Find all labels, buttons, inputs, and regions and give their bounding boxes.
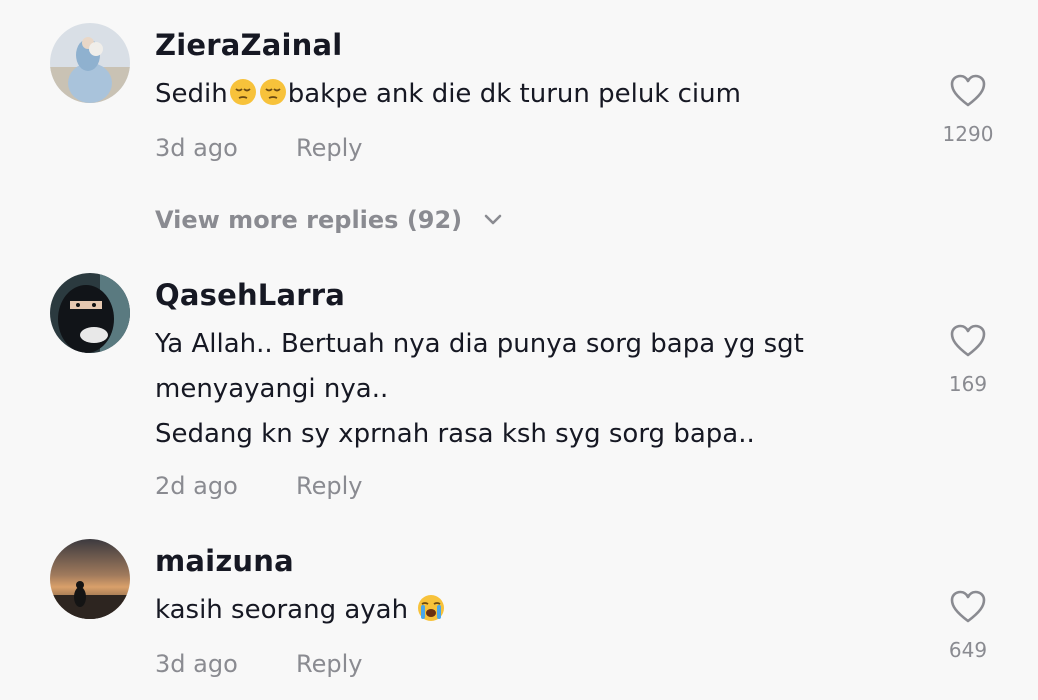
comment-text-part: kasih seorang ayah <box>155 595 417 625</box>
comment-text-line: Sedang kn sy xprnah rasa ksh syg sorg ba… <box>155 419 755 449</box>
heart-icon[interactable] <box>950 324 986 358</box>
pensive-face-emoji <box>229 79 286 105</box>
like-count: 1290 <box>942 122 994 146</box>
view-more-replies-button[interactable]: View more replies (92) <box>155 205 503 235</box>
comment-text: Sedih bakpe ank die dk turun peluk cium <box>155 72 915 117</box>
comment-text-line: Ya Allah.. Bertuah nya dia punya sorg ba… <box>155 329 804 359</box>
username[interactable]: ZieraZainal <box>155 27 342 63</box>
username[interactable]: QasehLarra <box>155 277 345 313</box>
avatar[interactable] <box>50 539 130 619</box>
avatar[interactable] <box>50 23 130 103</box>
comment-meta: 2d ago Reply <box>155 471 362 501</box>
comment-text-part: bakpe ank die dk turun peluk cium <box>287 79 741 109</box>
view-more-replies-label: View more replies (92) <box>155 206 463 234</box>
timestamp: 2d ago <box>155 472 238 500</box>
comment-text: kasih seorang ayah <box>155 588 915 633</box>
username[interactable]: maizuna <box>155 543 294 579</box>
comment-meta: 3d ago Reply <box>155 133 362 163</box>
loudly-crying-face-emoji <box>418 595 445 621</box>
reply-button[interactable]: Reply <box>296 471 362 501</box>
like-control: 649 <box>938 590 998 662</box>
reply-button[interactable]: Reply <box>296 133 362 163</box>
timestamp: 3d ago <box>155 650 238 678</box>
comment-meta: 3d ago Reply <box>155 649 362 679</box>
like-count: 649 <box>948 638 988 662</box>
like-control: 169 <box>938 324 998 396</box>
chevron-down-icon <box>484 214 501 225</box>
comment-text: Ya Allah.. Bertuah nya dia punya sorg ba… <box>155 322 915 457</box>
like-count: 169 <box>948 372 988 396</box>
heart-icon[interactable] <box>950 74 986 108</box>
avatar[interactable] <box>50 273 130 353</box>
reply-button[interactable]: Reply <box>296 649 362 679</box>
heart-icon[interactable] <box>950 590 986 624</box>
comment-text-part: Sedih <box>155 79 228 109</box>
like-control: 1290 <box>938 74 998 146</box>
comment-text-line: menyayangi nya.. <box>155 374 389 404</box>
timestamp: 3d ago <box>155 134 238 162</box>
